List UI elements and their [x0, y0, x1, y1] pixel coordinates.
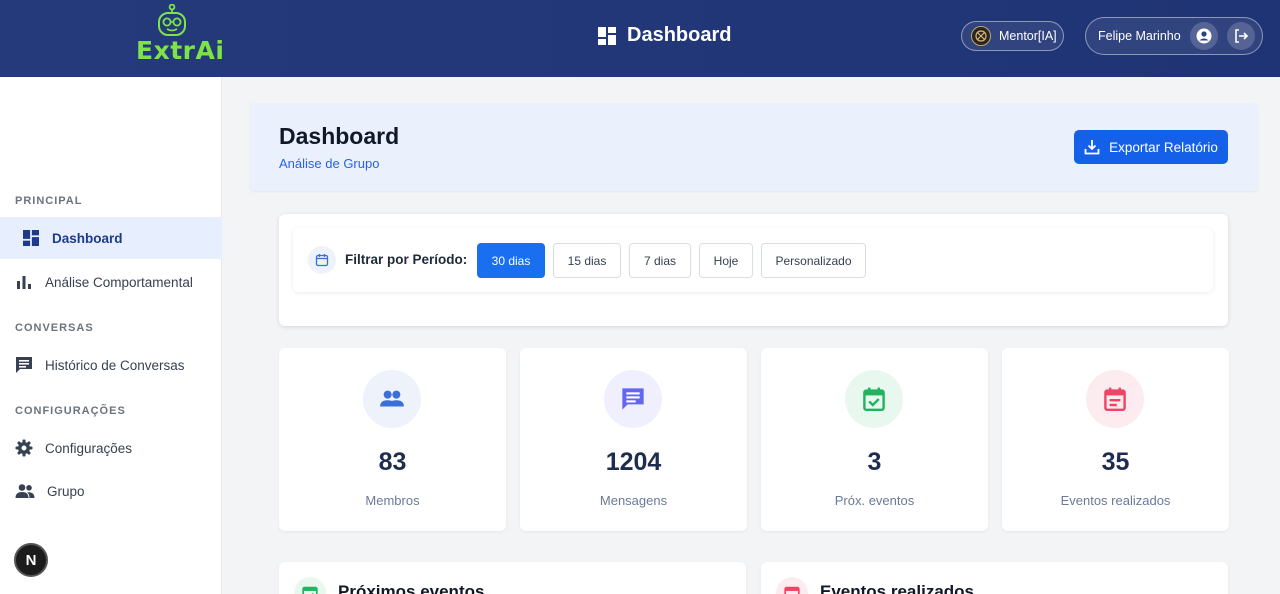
sidebar-item-analise-comportamental[interactable]: Análise Comportamental [0, 261, 222, 303]
sidebar-item-dashboard[interactable]: Dashboard [0, 217, 222, 259]
export-report-label: Exportar Relatório [1109, 139, 1218, 155]
filter-30-dias-button[interactable]: 30 dias [477, 243, 545, 278]
logo-text: ExtrAi [136, 36, 225, 65]
logout-button[interactable] [1226, 22, 1255, 50]
mentor-ia-button[interactable]: Mentor[IA] [961, 21, 1064, 51]
sidebar-item-label: Dashboard [52, 230, 123, 246]
dashboard-icon [598, 26, 616, 45]
filter-calendar-badge [308, 246, 336, 274]
calendar-icon [784, 586, 800, 594]
filter-personalizado-button[interactable]: Personalizado [761, 243, 866, 278]
page-header: Dashboard Análise de Grupo Exportar Rela… [250, 103, 1258, 191]
calendar-icon [315, 254, 329, 267]
calendar-check-icon [302, 586, 318, 594]
sidebar-item-historico-conversas[interactable]: Histórico de Conversas [0, 344, 222, 386]
page-title: Dashboard [279, 123, 400, 149]
stat-card-eventos-realizados: 35 Eventos realizados [1002, 348, 1229, 531]
top-bar: ExtrAi Dashboard Mentor[IA] Felipe Marin… [0, 0, 1280, 77]
stat-icon-badge [1086, 370, 1144, 428]
stat-value: 83 [378, 448, 407, 476]
group-icon [380, 390, 404, 407]
completed-events-title: Eventos realizados [820, 582, 975, 594]
stat-card-membros: 83 Membros [279, 348, 506, 531]
sidebar-item-label: Configurações [45, 440, 133, 456]
bar-chart-icon [17, 276, 31, 289]
filter-15-dias-button[interactable]: 15 dias [553, 243, 621, 278]
stat-label: Membros [365, 493, 420, 508]
stat-icon-badge [363, 370, 421, 428]
filter-label: Filtrar por Período: [345, 252, 468, 267]
top-title-text: Dashboard [627, 24, 732, 46]
robot-logo-icon [158, 4, 186, 36]
upcoming-events-title: Próximos eventos [338, 582, 485, 594]
sidebar-item-label: Histórico de Conversas [45, 357, 185, 373]
panel-icon-badge [294, 577, 326, 594]
sidebar-item-label: Análise Comportamental [45, 274, 193, 290]
chat-icon [16, 357, 32, 373]
gear-icon [15, 439, 33, 457]
filter-card: Filtrar por Período: 30 dias 15 dias 7 d… [279, 214, 1228, 326]
calendar-check-icon [863, 387, 885, 411]
sidebar: PRINCIPAL Dashboard Análise Comportament… [0, 77, 222, 594]
message-icon [622, 388, 644, 410]
calendar-icon [1104, 387, 1126, 411]
completed-events-panel: Eventos realizados [761, 562, 1228, 594]
logout-icon [1234, 29, 1248, 43]
top-title: Dashboard [598, 24, 731, 47]
download-icon [1084, 140, 1100, 155]
panel-icon-badge [776, 577, 808, 594]
stat-label: Próx. eventos [834, 493, 915, 508]
stat-card-mensagens: 1204 Mensagens [520, 348, 747, 531]
n-badge-letter: N [25, 551, 37, 569]
app-logo[interactable]: ExtrAi [136, 4, 225, 65]
group-icon [15, 484, 35, 498]
upcoming-events-panel: Próximos eventos [279, 562, 746, 594]
user-menu[interactable]: Felipe Marinho [1085, 17, 1263, 55]
account-button[interactable] [1189, 22, 1218, 50]
section-principal: PRINCIPAL [15, 195, 83, 207]
account-circle-icon [1196, 28, 1212, 44]
sidebar-item-grupo[interactable]: Grupo [0, 470, 222, 512]
export-report-button[interactable]: Exportar Relatório [1074, 130, 1228, 164]
filter-hoje-button[interactable]: Hoje [699, 243, 753, 278]
stat-value: 3 [867, 448, 882, 476]
mentor-avatar-icon [971, 26, 991, 46]
mentor-label: Mentor[IA] [999, 29, 1057, 43]
period-filter: Filtrar por Período: 30 dias 15 dias 7 d… [293, 228, 1213, 292]
user-name: Felipe Marinho [1098, 29, 1181, 43]
stat-label: Mensagens [599, 493, 668, 508]
stat-card-proximos-eventos: 3 Próx. eventos [761, 348, 988, 531]
section-configuracoes: CONFIGURAÇÕES [15, 405, 126, 417]
sidebar-item-label: Grupo [47, 483, 85, 499]
n-badge-button[interactable]: N [14, 543, 48, 577]
sidebar-item-configuracoes[interactable]: Configurações [0, 427, 222, 469]
dashboard-icon [23, 230, 39, 246]
stat-label: Eventos realizados [1060, 493, 1171, 508]
stat-value: 35 [1101, 448, 1130, 476]
page-subtitle: Análise de Grupo [279, 156, 380, 171]
stat-icon-badge [604, 370, 662, 428]
section-conversas: CONVERSAS [15, 322, 94, 334]
filter-7-dias-button[interactable]: 7 dias [629, 243, 691, 278]
stat-icon-badge [845, 370, 903, 428]
stat-value: 1204 [605, 448, 662, 476]
